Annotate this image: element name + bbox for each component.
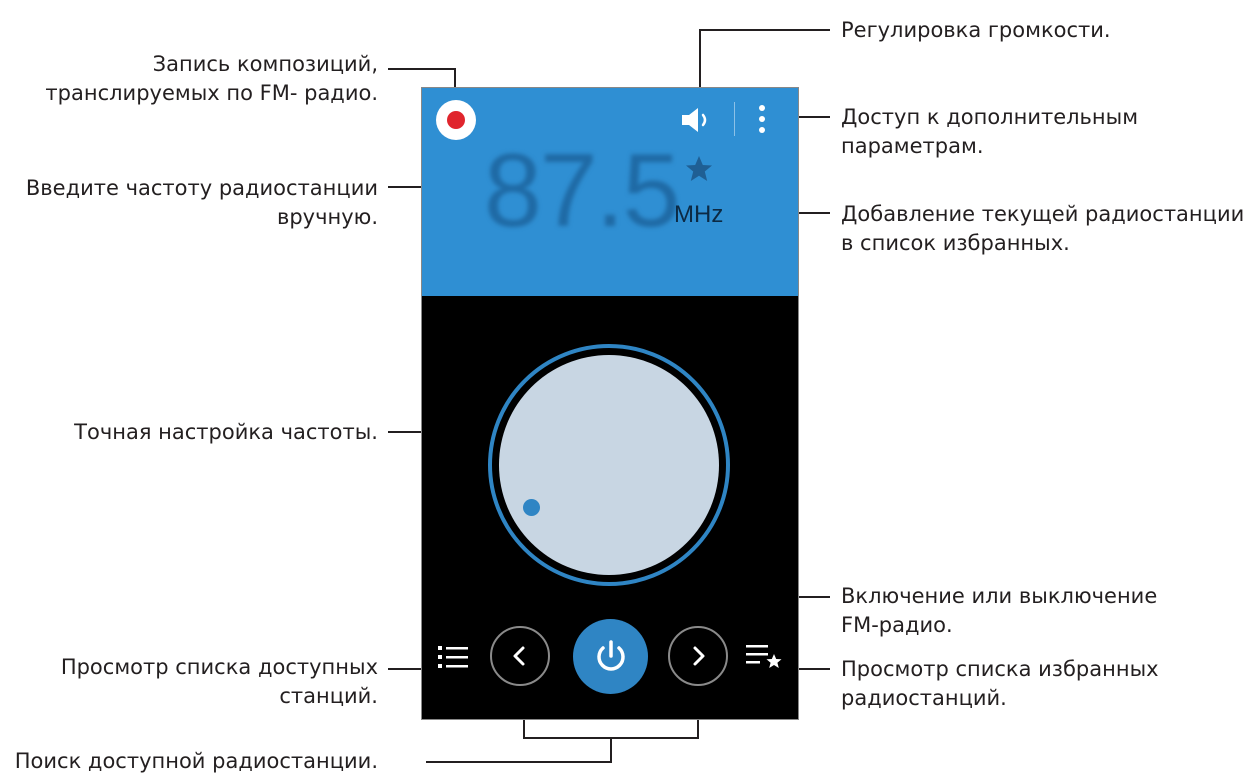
- next-station-button[interactable]: [668, 626, 728, 686]
- tuning-dial[interactable]: [499, 355, 719, 575]
- record-icon: [447, 111, 465, 129]
- frequency-unit: MHz: [674, 201, 724, 228]
- frequency-panel: 87.5 MHz: [422, 88, 798, 296]
- callout-more-options: Доступ к дополнительным параметрам.: [841, 105, 1139, 158]
- chevron-left-icon: [513, 646, 525, 666]
- star-icon[interactable]: [684, 154, 714, 184]
- more-options-icon[interactable]: [752, 101, 772, 137]
- toolbar-divider: [734, 102, 735, 136]
- callout-fine-tune: Точная настройка частоты.: [74, 420, 378, 444]
- tuning-dial-knob[interactable]: [523, 499, 540, 516]
- list-icon[interactable]: [436, 642, 470, 672]
- power-button[interactable]: [573, 619, 648, 694]
- prev-station-button[interactable]: [490, 626, 550, 686]
- callout-add-favorite: Добавление текущей радиостанции в список…: [841, 202, 1245, 255]
- chevron-right-icon: [693, 646, 705, 666]
- callout-station-list: Просмотр списка доступных станций.: [60, 655, 378, 708]
- callout-favorites-list: Просмотр списка избранных радиостанций.: [841, 657, 1159, 710]
- power-icon: [596, 639, 625, 671]
- callout-volume: Регулировка громкости.: [841, 18, 1111, 42]
- volume-icon[interactable]: [680, 106, 716, 134]
- favorites-list-icon[interactable]: [744, 640, 784, 672]
- callout-frequency-input: Введите частоту радиостанции вручную.: [25, 176, 378, 229]
- callout-search: Поиск доступной радиостанции.: [14, 749, 378, 773]
- radio-screen: 87.5 MHz: [421, 87, 799, 720]
- frequency-display[interactable]: 87.5: [484, 136, 680, 246]
- record-button[interactable]: [436, 100, 476, 140]
- callout-power: Включение или выключение FM-радио.: [841, 584, 1158, 637]
- callout-record: Запись композиций, транслируемых по FM- …: [45, 52, 378, 105]
